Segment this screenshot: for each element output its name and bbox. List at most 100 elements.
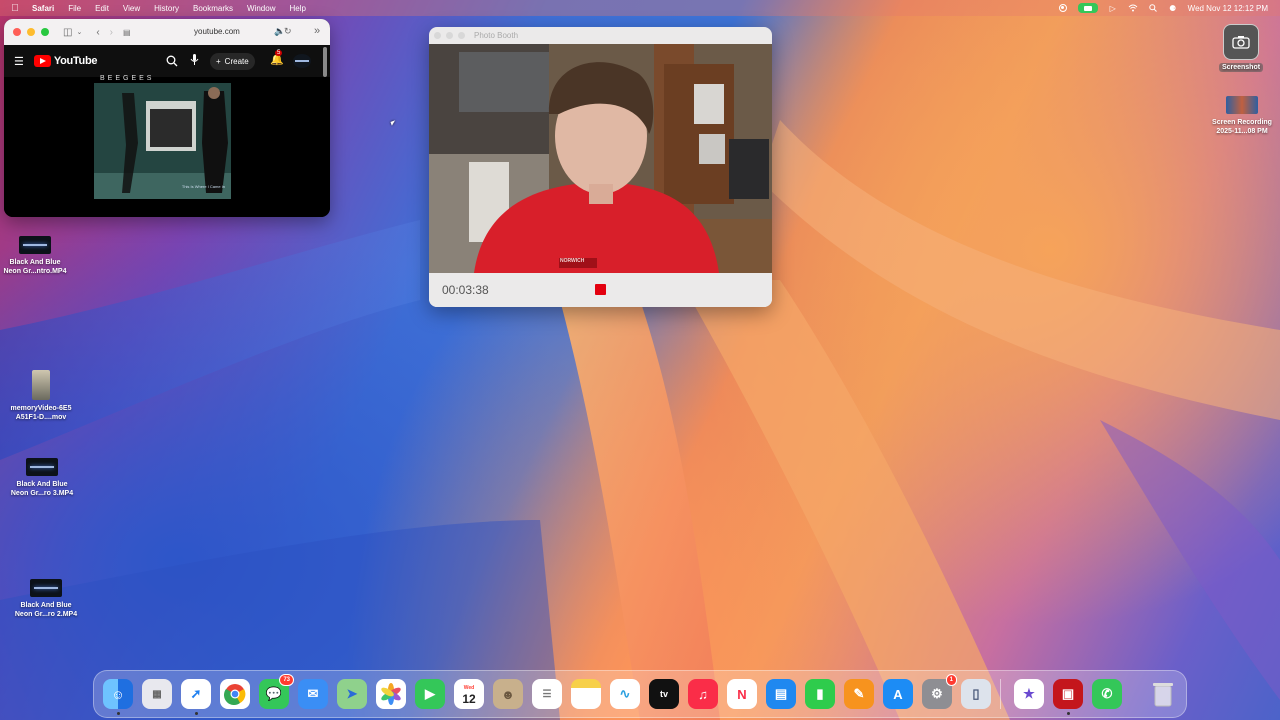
camera-icon [1223,24,1259,60]
hamburger-menu-icon[interactable]: ☰ [14,55,24,68]
dock-separator [1000,679,1001,709]
photo-booth-icon[interactable]: ▣ [1053,679,1083,709]
music-icon[interactable]: ♫ [688,679,718,709]
more-tabs-icon[interactable]: » [314,25,320,37]
file-name-line2: Neon Gr...ro 3.MP4 [10,490,74,497]
desktop-file-intro-2[interactable]: Black And Blue Neon Gr...ro 2.MP4 [10,579,82,619]
close-button[interactable] [434,32,441,39]
iphone-mirroring-icon[interactable]: ▯ [961,679,991,709]
tv-icon[interactable]: tv [649,679,679,709]
menu-window[interactable]: Window [247,4,275,13]
video-player[interactable]: BEEGEES This Is Where I Came In [4,75,330,217]
file-name-line1: Black And Blue [20,602,72,609]
messages-icon[interactable]: 💬 73 [259,674,294,709]
numbers-icon[interactable]: ▮ [805,679,835,709]
stop-recording-button[interactable] [595,284,606,295]
notes-icon[interactable] [571,679,601,709]
scrollbar[interactable] [323,47,327,77]
facetime-icon[interactable]: ▶ [415,679,445,709]
file-name-line1: Black And Blue [9,259,61,266]
screen-recording-icon[interactable] [1058,3,1068,13]
safari-icon[interactable]: ➚ [181,679,211,709]
safari-running-dot [195,712,198,715]
phone-icon[interactable]: ✆ [1092,679,1122,709]
file-name-line2: Neon Gr...ntro.MP4 [3,268,67,275]
wifi-icon[interactable] [1128,3,1138,13]
search-icon[interactable] [166,54,178,72]
freeform-icon[interactable]: ∿ [610,679,640,709]
menu-bookmarks[interactable]: Bookmarks [193,4,233,13]
menu-file[interactable]: File [68,4,81,13]
screen-recording-thumbnail [1226,96,1258,114]
apple-menu-icon[interactable]:  [8,0,22,16]
back-button[interactable]: ‹ [96,27,99,38]
settings-badge: 1 [945,674,957,686]
forward-button[interactable]: › [110,27,113,38]
messages-badge: 73 [279,674,294,686]
app-store-icon[interactable]: A [883,679,913,709]
album-cover: This Is Where I Came In [94,83,231,199]
album-subtitle: This Is Where I Came In [181,184,225,189]
youtube-logo[interactable]: YouTube [33,55,98,67]
desktop-file-intro[interactable]: Black And Blue Neon Gr...ntro.MP4 [0,236,70,276]
page-menu-icon[interactable]: ▤ [123,28,131,37]
close-button[interactable] [13,28,21,36]
news-icon[interactable]: N [727,679,757,709]
trash-icon[interactable] [1148,679,1178,709]
desktop-screenshot-app[interactable]: Screenshot [1210,24,1272,72]
contacts-icon[interactable]: ☻ [493,679,523,709]
control-center-icon[interactable]: ⚈ [1168,3,1178,13]
keynote-icon[interactable]: ▤ [766,679,796,709]
create-button[interactable]: + Create [210,53,255,70]
youtube-header: ☰ YouTube + Create 🔔 5 [4,45,330,77]
imovie-icon[interactable]: ★ [1014,679,1044,709]
desktop-file-memory-video[interactable]: memoryVideo-6E5 A51F1-D....mov [6,370,76,422]
file-name-line2: A51F1-D....mov [15,414,67,421]
avatar-line [295,60,309,62]
photos-icon[interactable] [376,679,406,709]
notifications-bell-icon[interactable]: 🔔 5 [270,50,284,66]
camera-preview: NORWICH [429,44,772,273]
menu-datetime[interactable]: Wed Nov 12 12:12 PM [1188,4,1268,13]
avatar[interactable] [293,54,311,68]
play-icon[interactable]: ▷ [1108,3,1118,13]
photo-booth-running-dot [1067,712,1070,715]
finder-icon[interactable]: ☺ [103,679,133,709]
minimize-button[interactable] [27,28,35,36]
camera-in-use-icon[interactable] [1077,3,1098,13]
mouse-cursor [390,120,397,126]
youtube-play-icon [33,55,51,67]
menu-view[interactable]: View [123,4,140,13]
desktop-screen-recording-file[interactable]: Screen Recording 2025-11...08 PM [1204,96,1280,136]
video-thumbnail [26,458,58,476]
menu-help[interactable]: Help [289,4,305,13]
sidebar-toggle-icon[interactable]: ◫ [63,27,72,38]
zoom-button[interactable] [41,28,49,36]
reminders-icon[interactable]: ☰ [532,679,562,709]
menu-app-name[interactable]: Safari [32,4,54,13]
zoom-button[interactable] [458,32,465,39]
window-controls [13,28,49,36]
desktop-file-intro-3[interactable]: Black And Blue Neon Gr...ro 3.MP4 [6,458,78,498]
chrome-icon[interactable] [220,679,250,709]
address-bar[interactable]: youtube.com [194,27,240,36]
menu-history[interactable]: History [154,4,179,13]
window-title: Photo Booth [474,31,519,40]
system-settings-icon[interactable]: ⚙ 1 [922,674,957,709]
minimize-button[interactable] [446,32,453,39]
calendar-icon[interactable]: Wed 12 [454,679,484,709]
microphone-icon[interactable] [190,53,199,71]
calendar-day: 12 [462,692,476,706]
reload-icon[interactable]: ↻ [284,26,292,37]
maps-icon[interactable]: ➤ [337,679,367,709]
dock: ☺ ▦ ➚ 💬 73 ✉ ➤ ▶ Wed 12 ☻ ☰ ∿ tv ♫ N ▤ ▮ … [93,670,1187,718]
search-icon[interactable] [1148,3,1158,13]
launchpad-icon[interactable]: ▦ [142,679,172,709]
chevron-down-icon[interactable]: ⌄ [76,28,82,36]
menu-edit[interactable]: Edit [95,4,109,13]
recording-timer: 00:03:38 [442,283,489,297]
mail-icon[interactable]: ✉ [298,679,328,709]
file-name-line1: Black And Blue [16,481,68,488]
pages-icon[interactable]: ✎ [844,679,874,709]
menu-bar:  Safari File Edit View History Bookmark… [0,0,1280,16]
